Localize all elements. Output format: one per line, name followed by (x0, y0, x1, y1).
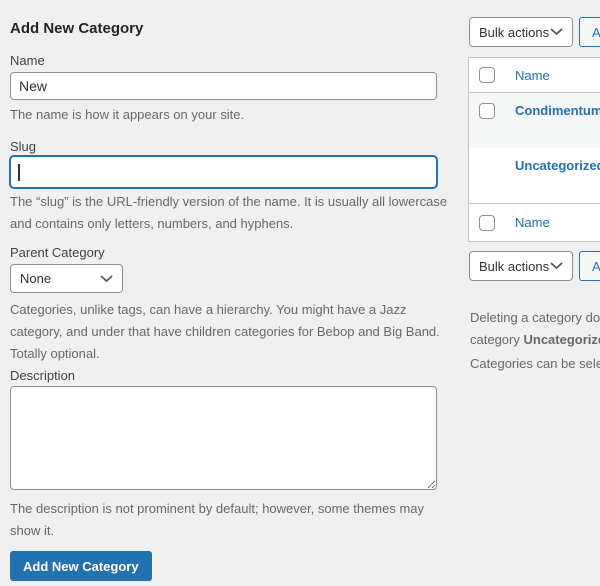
page-title: Add New Category (10, 20, 144, 37)
bulk-actions-select-top[interactable]: Bulk actions (469, 17, 573, 47)
select-all-checkbox-top[interactable] (479, 67, 495, 83)
name-column-footer[interactable]: Name (515, 215, 550, 230)
chevron-down-icon (550, 28, 563, 35)
table-footer-row: Name (469, 203, 600, 241)
description-help-text: The description is not prominent by defa… (10, 501, 425, 538)
bulk-actions-value: Bulk actions (479, 24, 550, 40)
apply-button-bottom[interactable]: Apply (579, 251, 600, 281)
convert-categories-note: Categories can be selectively converted … (470, 356, 600, 371)
slug-help-text: The “slug” is the URL-friendly version o… (10, 194, 448, 231)
description-textarea[interactable] (10, 386, 437, 490)
name-column-header[interactable]: Name (515, 68, 550, 83)
slug-input[interactable] (10, 156, 437, 188)
bulk-actions-value: Bulk actions (479, 258, 550, 274)
slug-label: Slug (10, 139, 37, 154)
category-link-condimentum[interactable]: Condimentum (515, 103, 600, 118)
name-input[interactable] (10, 72, 437, 100)
category-link-uncategorized[interactable]: Uncategorized (515, 158, 600, 173)
chevron-down-icon (550, 262, 563, 269)
add-new-category-button[interactable]: Add New Category (10, 551, 152, 581)
bulk-actions-select-bottom[interactable]: Bulk actions (469, 251, 573, 281)
chevron-down-icon (100, 275, 113, 282)
description-label: Description (10, 368, 76, 383)
apply-button-top[interactable]: Apply (579, 17, 600, 47)
default-category-name: Uncategorized (523, 332, 600, 347)
parent-category-label: Parent Category (10, 245, 105, 260)
parent-category-selected-value: None (20, 271, 52, 286)
name-help-text: The name is how it appears on your site. (10, 107, 245, 122)
select-all-checkbox-bottom[interactable] (479, 214, 495, 231)
row-checkbox[interactable] (479, 103, 495, 119)
parent-category-select[interactable]: None (10, 264, 123, 293)
parent-category-help-text: Categories, unlike tags, can have a hier… (10, 302, 440, 361)
categories-admin-screen: Add New Category Name The name is how it… (0, 0, 600, 586)
text-caret (18, 164, 20, 181)
table-row: Condimentum (469, 93, 600, 148)
delete-category-note: Deleting a category does not delete the … (470, 307, 600, 351)
name-label: Name (10, 53, 45, 68)
table-header-row: Name (469, 58, 600, 93)
categories-table: Name Condimentum Uncategorized Name (468, 57, 600, 242)
table-row: Uncategorized (469, 148, 600, 203)
